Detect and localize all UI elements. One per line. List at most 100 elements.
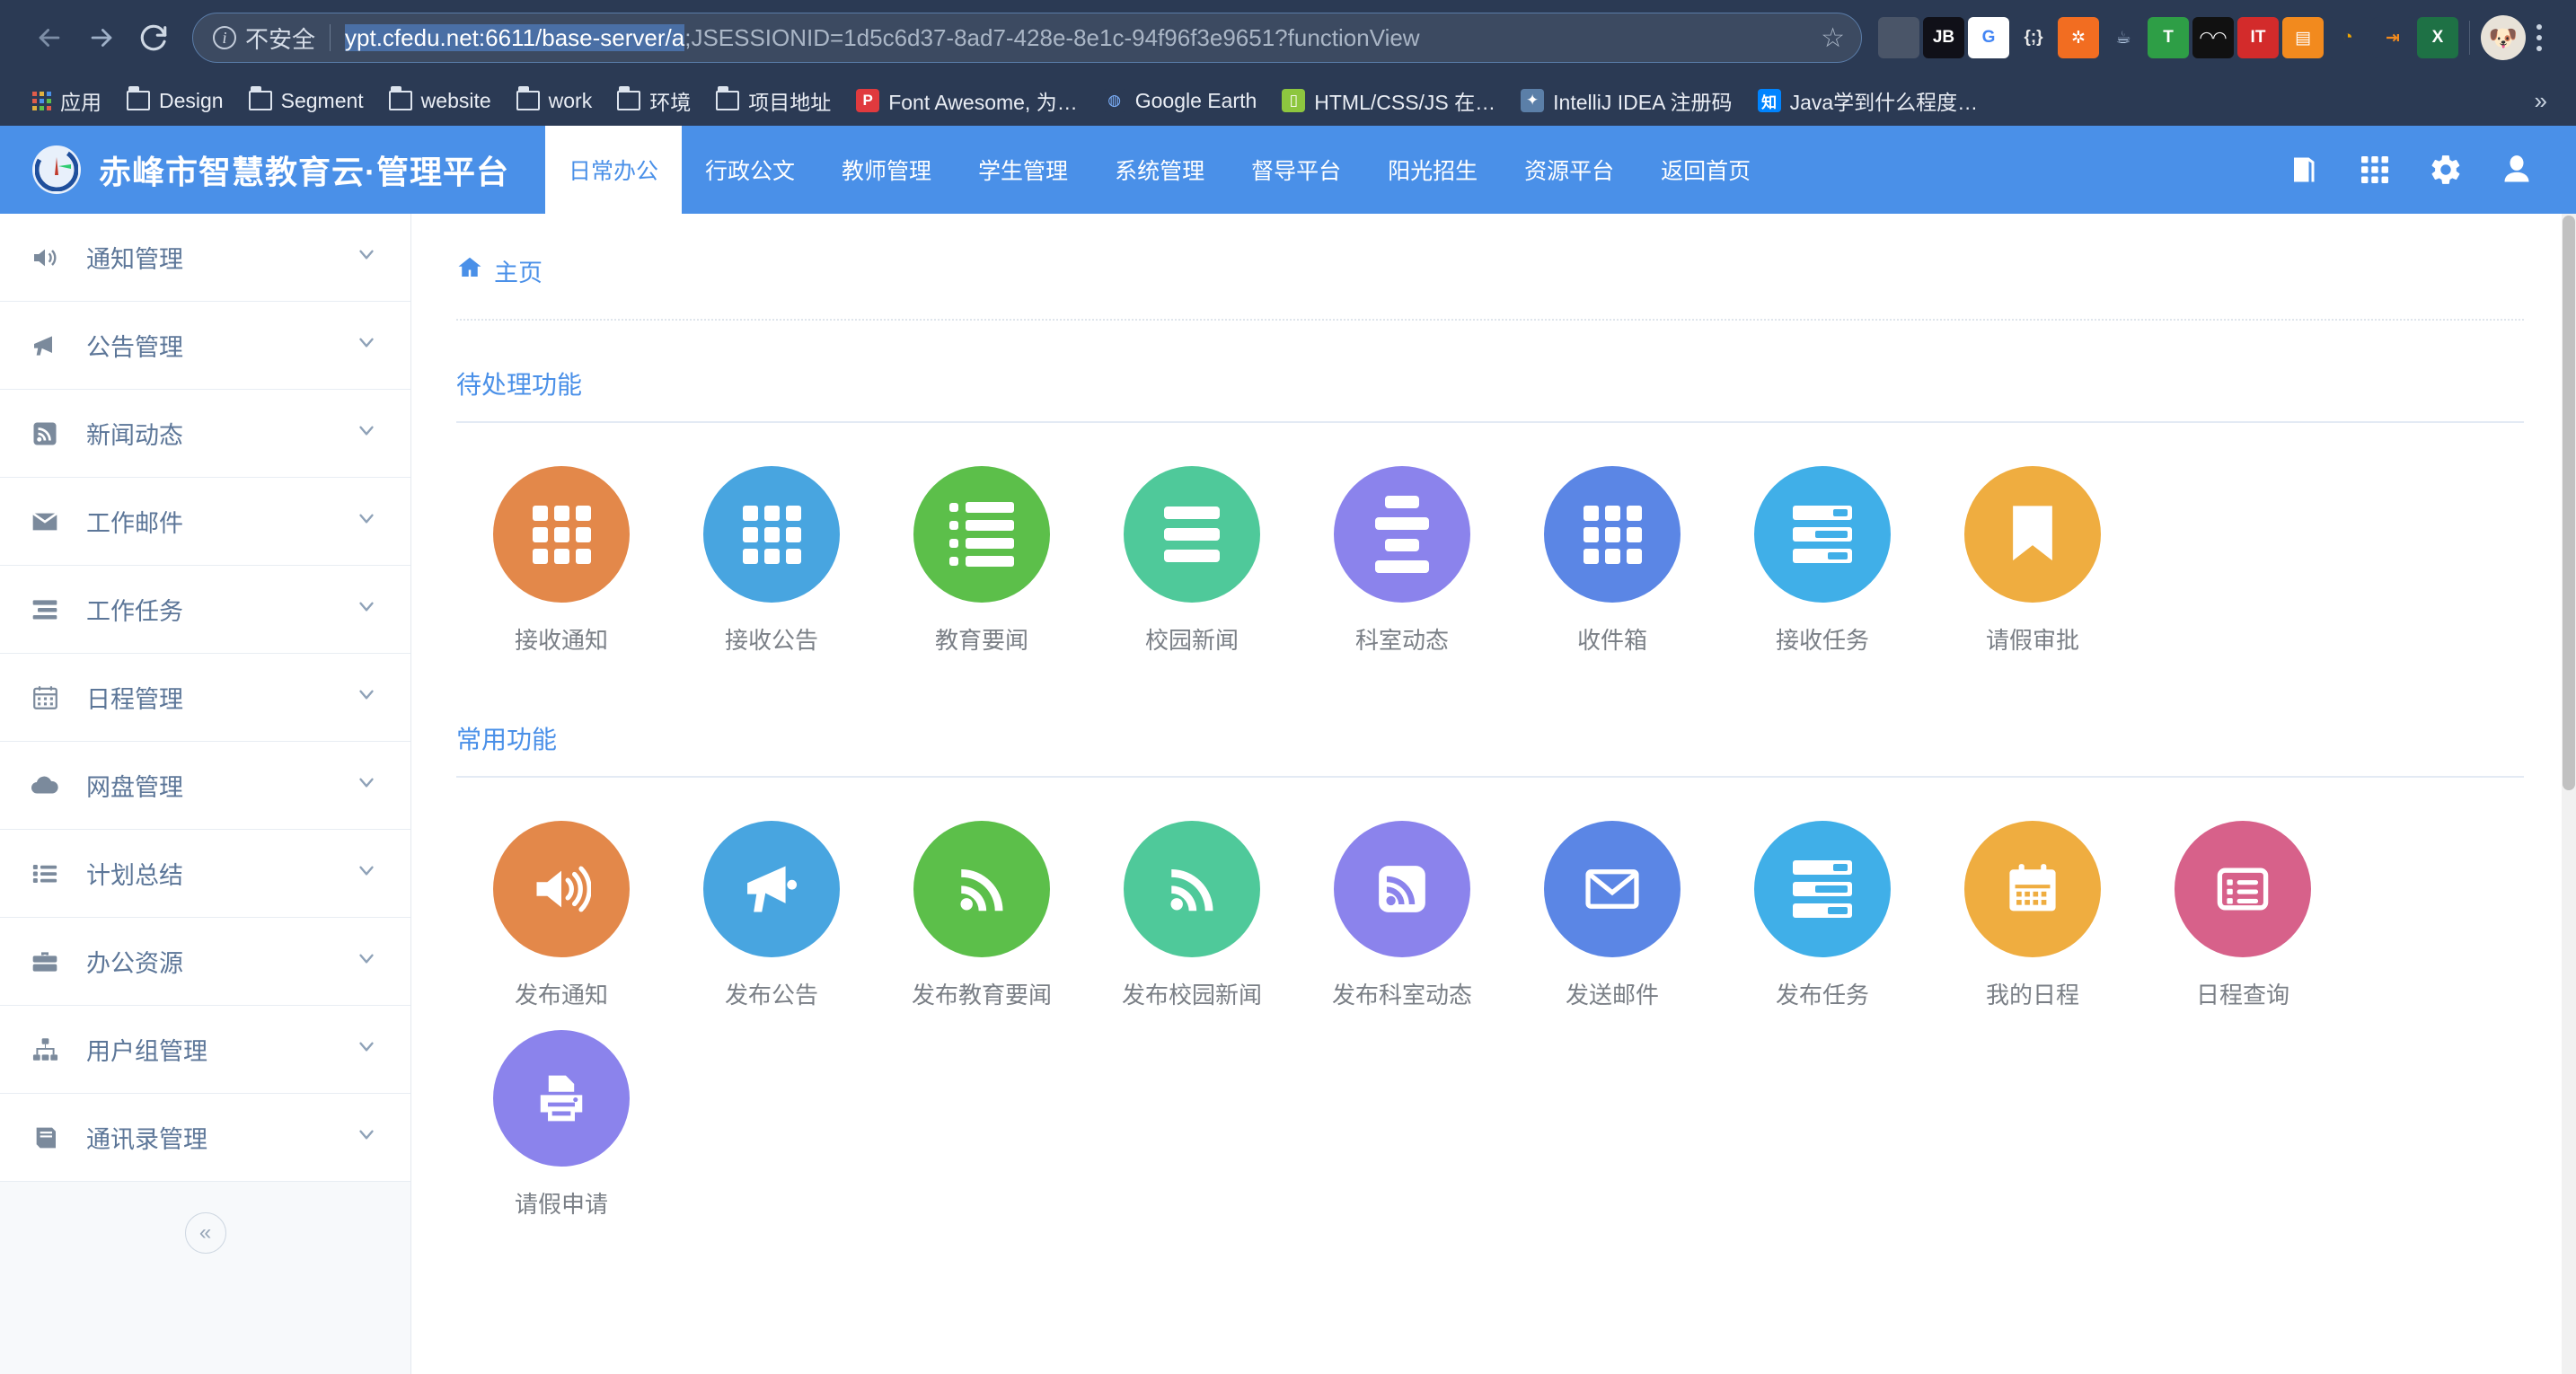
sidebar-item-日程管理[interactable]: 日程管理: [0, 654, 410, 742]
sidebar-item-label: 通讯录管理: [86, 1126, 207, 1153]
bookmark-item[interactable]: 环境: [604, 80, 703, 121]
chevron-down-icon[interactable]: [355, 242, 378, 272]
tile-日程查询[interactable]: 日程查询: [2138, 821, 2348, 1010]
bookmark-item[interactable]: P Font Awesome, 为…: [843, 80, 1090, 121]
json-viewer-extension[interactable]: {;}: [2013, 17, 2054, 58]
sidebar-item-通知管理[interactable]: 通知管理: [0, 214, 410, 302]
bookmark-item[interactable]: ▯ HTML/CSS/JS 在…: [1269, 80, 1508, 121]
user-icon[interactable]: [2501, 154, 2533, 186]
chevron-down-icon[interactable]: [355, 330, 378, 360]
forward-button[interactable]: [75, 12, 128, 64]
breadcrumb-label[interactable]: 主页: [494, 253, 543, 288]
gear-icon[interactable]: [2429, 153, 2463, 187]
url-text[interactable]: ypt.cfedu.net:6611/base-server/a;JSESSIO…: [345, 23, 1810, 52]
favicon-bottle: ▯: [1282, 89, 1306, 112]
sidebar-item-通讯录管理[interactable]: 通讯录管理: [0, 1094, 410, 1182]
scrollbar-thumb[interactable]: [2563, 216, 2575, 790]
tile-请假审批[interactable]: 请假审批: [1928, 466, 2138, 656]
nav-tab-资源平台[interactable]: 资源平台: [1501, 126, 1637, 214]
nav-tab-教师管理[interactable]: 教师管理: [818, 126, 955, 214]
nav-tab-日常办公[interactable]: 日常办公: [545, 126, 683, 214]
tile-教育要闻[interactable]: 教育要闻: [877, 466, 1087, 656]
tile-发布校园新闻[interactable]: 发布校园新闻: [1087, 821, 1297, 1010]
sidebar-item-工作邮件[interactable]: 工作邮件: [0, 478, 410, 566]
reload-button[interactable]: [128, 12, 180, 64]
address-bar[interactable]: i 不安全 ypt.cfedu.net:6611/base-server/a;J…: [192, 13, 1862, 63]
bookmark-item[interactable]: website: [376, 84, 504, 119]
bookmark-item[interactable]: 应用: [20, 80, 114, 121]
site-security-indicator[interactable]: i 不安全: [213, 22, 315, 55]
chrome-menu-button[interactable]: [2526, 22, 2553, 54]
tile-发布公告[interactable]: 发布公告: [666, 821, 877, 1010]
bookmark-item[interactable]: 知 Java学到什么程度…: [1745, 80, 1991, 121]
profile-avatar[interactable]: 🐶: [2481, 15, 2526, 60]
bookmark-item[interactable]: 项目地址: [703, 80, 843, 121]
tile-发送邮件[interactable]: 发送邮件: [1507, 821, 1717, 1010]
sidebar-item-新闻动态[interactable]: 新闻动态: [0, 390, 410, 478]
bookmark-item[interactable]: ✦ IntelliJ IDEA 注册码: [1508, 80, 1744, 121]
back-button[interactable]: [23, 12, 75, 64]
tampermonkey-extension[interactable]: T: [2148, 17, 2189, 58]
tile-我的日程[interactable]: 我的日程: [1928, 821, 2138, 1010]
nav-tab-阳光招生[interactable]: 阳光招生: [1364, 126, 1501, 214]
tile-收件箱[interactable]: 收件箱: [1507, 466, 1717, 656]
chevron-down-icon[interactable]: [355, 418, 378, 448]
bookmark-item[interactable]: work: [504, 84, 605, 119]
nav-tab-返回首页[interactable]: 返回首页: [1637, 126, 1774, 214]
jetbrains-toolbox-extension[interactable]: JB: [1923, 17, 1964, 58]
brand[interactable]: 赤峰市智慧教育云·管理平台: [0, 126, 545, 214]
google-translate-extension[interactable]: G: [1968, 17, 2009, 58]
tile-发布任务[interactable]: 发布任务: [1717, 821, 1928, 1010]
chevron-down-icon[interactable]: [355, 859, 378, 888]
tile-校园新闻[interactable]: 校园新闻: [1087, 466, 1297, 656]
oo-extension[interactable]: ◠◠: [2192, 17, 2234, 58]
chevron-down-icon[interactable]: [355, 683, 378, 712]
sidebar-item-计划总结[interactable]: 计划总结: [0, 830, 410, 918]
nav-tab-系统管理[interactable]: 系统管理: [1091, 126, 1228, 214]
page-scrollbar[interactable]: [2562, 214, 2576, 1374]
pocket-extension[interactable]: [1878, 17, 1919, 58]
chevron-down-icon[interactable]: [355, 771, 378, 800]
chevron-down-icon[interactable]: [355, 1123, 378, 1152]
chevron-down-icon[interactable]: [355, 506, 378, 536]
table-capture-extension[interactable]: ▤: [2282, 17, 2324, 58]
it-extension[interactable]: IT: [2237, 17, 2279, 58]
java-extension[interactable]: ☕: [2103, 17, 2144, 58]
sidebar-collapse-button[interactable]: «: [184, 1212, 226, 1254]
bookmark-item[interactable]: Segment: [236, 84, 376, 119]
tile-发布通知[interactable]: 发布通知: [456, 821, 666, 1010]
color-picker-extension[interactable]: ◔: [2327, 17, 2369, 58]
octotree-extension[interactable]: ✲: [2058, 17, 2099, 58]
sidebar-item-办公资源[interactable]: 办公资源: [0, 918, 410, 1006]
chevron-down-icon[interactable]: [355, 595, 378, 624]
envelope-icon: [1544, 821, 1681, 957]
bookmark-item[interactable]: Design: [114, 84, 236, 119]
sidebar-item-网盘管理[interactable]: 网盘管理: [0, 742, 410, 830]
sidebar-item-用户组管理[interactable]: 用户组管理: [0, 1006, 410, 1094]
bookmark-item[interactable]: ◍ Google Earth: [1090, 84, 1270, 119]
tile-请假申请[interactable]: 请假申请: [456, 1030, 666, 1220]
bookmark-icon: [1964, 466, 2101, 603]
excel-extension[interactable]: X: [2417, 17, 2458, 58]
tile-grid: 接收通知 接收公告 教育要闻 校园新闻 科室动态 收件箱 接收任务 请假审批: [456, 434, 2524, 675]
bookmark-star-icon[interactable]: ☆: [1821, 22, 1845, 54]
sidebar-item-公告管理[interactable]: 公告管理: [0, 302, 410, 390]
redirect-extension[interactable]: ⇥: [2372, 17, 2413, 58]
sidebar-item-label: 公告管理: [86, 334, 183, 361]
bookmarks-overflow-chevron[interactable]: »: [2535, 87, 2556, 115]
chevron-down-icon[interactable]: [355, 947, 378, 976]
tile-接收通知[interactable]: 接收通知: [456, 466, 666, 656]
sidebar-item-工作任务[interactable]: 工作任务: [0, 566, 410, 654]
folder-icon: [388, 86, 412, 110]
chevron-down-icon[interactable]: [355, 1035, 378, 1064]
tile-发布科室动态[interactable]: 发布科室动态: [1297, 821, 1507, 1010]
book-icon[interactable]: [2289, 154, 2321, 186]
nav-tab-督导平台[interactable]: 督导平台: [1228, 126, 1364, 214]
grid-apps-icon[interactable]: [2359, 154, 2391, 186]
tile-接收公告[interactable]: 接收公告: [666, 466, 877, 656]
tile-发布教育要闻[interactable]: 发布教育要闻: [877, 821, 1087, 1010]
tile-接收任务[interactable]: 接收任务: [1717, 466, 1928, 656]
tile-科室动态[interactable]: 科室动态: [1297, 466, 1507, 656]
nav-tab-学生管理[interactable]: 学生管理: [955, 126, 1091, 214]
nav-tab-行政公文[interactable]: 行政公文: [682, 126, 818, 214]
